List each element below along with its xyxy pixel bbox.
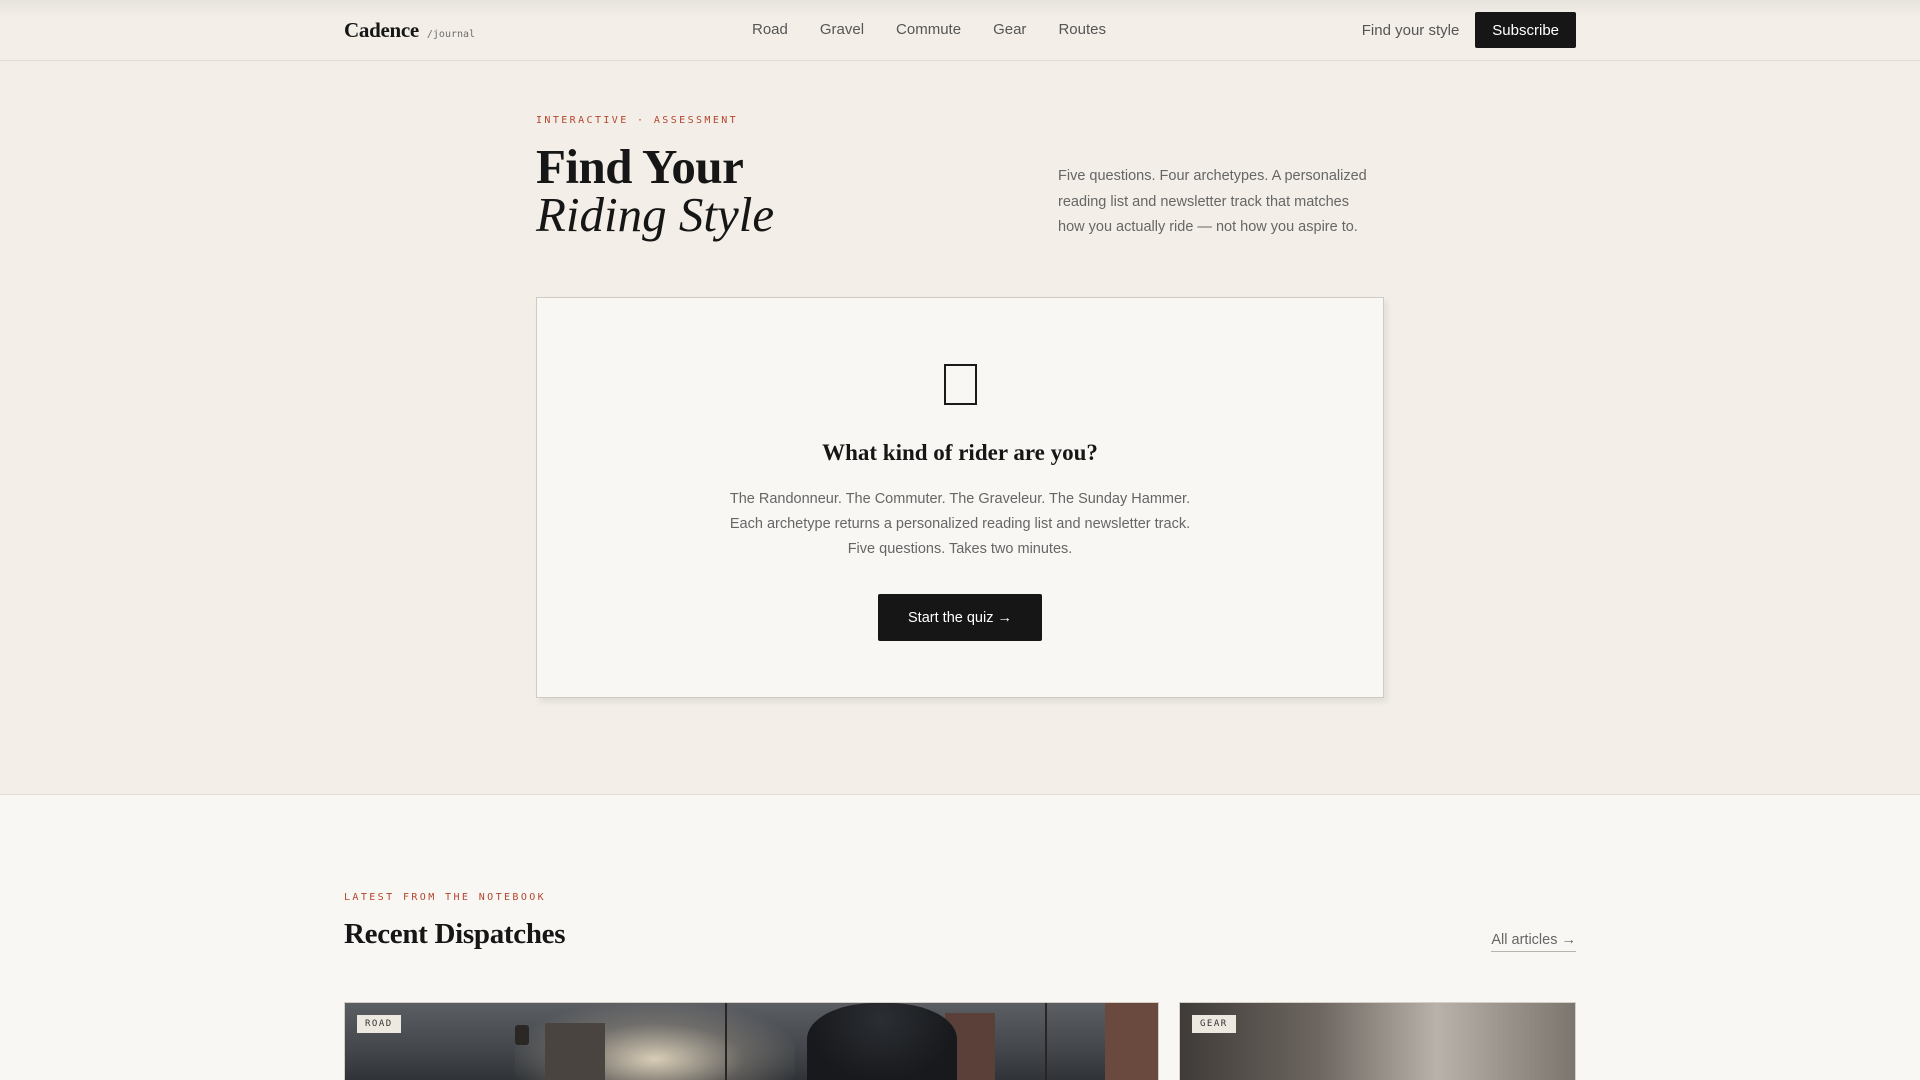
recent-title: Recent Dispatches [344,918,566,950]
bicycle-icon [944,364,977,405]
nav-road[interactable]: Road [752,21,788,38]
page-title-line2: Riding Style [536,187,775,242]
brand-logo[interactable]: Cadence /journal [344,18,475,43]
nav-routes[interactable]: Routes [1058,21,1106,38]
quiz-heading: What kind of rider are you? [822,440,1098,465]
quiz-description-line2: Each archetype returns a personalized re… [729,516,1191,532]
hero-description: Five questions. Four archetypes. A perso… [1058,168,1367,235]
rider-silhouette [807,1003,957,1080]
tree-shape [725,1003,727,1080]
site-header: Cadence /journal Road Gravel Commute Gea… [0,0,1920,61]
page-title-line1: Find Your [536,139,744,194]
nav-gear[interactable]: Gear [993,21,1026,38]
recent-eyebrow: LATEST FROM THE NOTEBOOK [344,892,547,903]
main-nav: Road Gravel Commute Gear Routes [752,21,1106,38]
brand-subtitle: /journal [426,29,476,40]
header-actions: Find your style Subscribe [1362,12,1576,48]
subscribe-button[interactable]: Subscribe [1475,12,1576,48]
quiz-description: The Randonneur. The Commuter. The Gravel… [537,487,1383,562]
quiz-card: What kind of rider are you? The Randonne… [536,297,1384,698]
quiz-description-line3: Five questions. Takes two minutes. [847,541,1073,557]
building-shape [545,1023,605,1080]
find-your-style-link[interactable]: Find your style [1362,22,1460,39]
building-shape [1105,1003,1158,1080]
brand-name: Cadence [344,18,419,42]
page-title: Find Your Riding Style [536,139,775,242]
tree-shape [1045,1003,1047,1080]
all-articles-link[interactable]: All articles → [1491,932,1576,952]
category-tag-gear: GEAR [1192,1015,1236,1033]
nav-commute[interactable]: Commute [896,21,961,38]
lamp-shape [515,1025,529,1045]
article-card-road[interactable]: ROAD [344,1002,1159,1080]
article-card-gear[interactable]: GEAR [1179,1002,1576,1080]
start-quiz-button[interactable]: Start the quiz → [878,594,1042,641]
hero-eyebrow: INTERACTIVE · ASSESSMENT [536,115,739,126]
quiz-description-line1: The Randonneur. The Commuter. The Gravel… [729,491,1191,507]
nav-gravel[interactable]: Gravel [820,21,864,38]
category-tag-road: ROAD [357,1015,401,1033]
